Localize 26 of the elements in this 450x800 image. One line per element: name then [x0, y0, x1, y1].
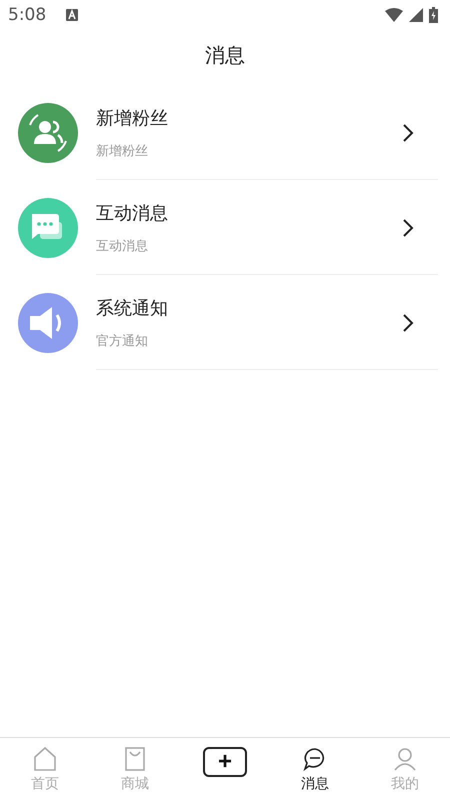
speaker-icon	[18, 292, 78, 352]
message-subtitle: 官方通知	[96, 333, 149, 350]
person-icon	[392, 746, 418, 772]
chevron-right-icon	[402, 218, 414, 238]
add-button[interactable]: +	[203, 747, 247, 777]
status-time: 5:08	[8, 5, 46, 25]
tab-item[interactable]: 消息	[270, 738, 360, 800]
message-title: 系统通知	[96, 297, 169, 320]
chat-bubble-icon	[18, 198, 78, 258]
message-subtitle: 新增粉丝	[96, 143, 149, 160]
battery-icon	[429, 7, 438, 23]
bag-icon	[122, 746, 148, 772]
fans-icon	[18, 102, 78, 162]
chevron-right-icon	[402, 122, 414, 142]
signal-icon	[409, 8, 423, 22]
message-title: 互动消息	[96, 202, 169, 225]
chevron-right-icon	[402, 312, 414, 332]
page-title: 消息	[204, 42, 246, 69]
message-item[interactable]: 新增粉丝 新增粉丝	[0, 85, 450, 180]
wifi-icon	[385, 8, 403, 22]
message-item[interactable]: 互动消息 互动消息	[0, 180, 450, 275]
message-subtitle: 互动消息	[96, 238, 149, 255]
house-icon	[32, 746, 58, 772]
keyboard-notification-icon	[66, 9, 78, 21]
message-title: 新增粉丝	[96, 107, 169, 130]
message-item[interactable]: 系统通知 官方通知	[0, 275, 450, 370]
